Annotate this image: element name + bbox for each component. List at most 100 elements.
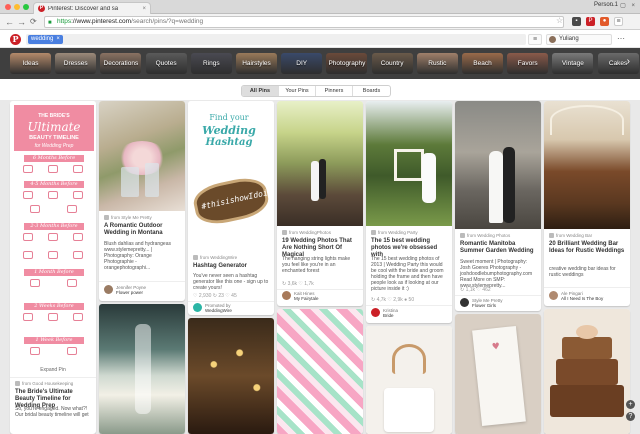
- timeline-header-art: THE BRIDE'S Ultimate BEAUTY TIMELINE for…: [14, 105, 94, 151]
- pin-card[interactable]: from WeddingPhotos 19 Wedding Photos Tha…: [277, 101, 363, 306]
- pin-source[interactable]: from Wedding Photos: [460, 233, 510, 239]
- avatar: [460, 298, 469, 307]
- forward-arrow-icon[interactable]: →: [17, 17, 26, 27]
- guide-chip-diy[interactable]: DIY: [281, 53, 323, 74]
- pin-description: You've never seen a hashtag generator li…: [193, 273, 269, 291]
- pin-card[interactable]: [277, 309, 363, 434]
- pinner-info[interactable]: Jennifer Poyne Flower power: [104, 285, 182, 297]
- timeline-icons: [16, 233, 90, 241]
- pin-card[interactable]: [99, 304, 185, 434]
- pin-image[interactable]: [366, 326, 452, 434]
- pin-image[interactable]: [455, 101, 541, 229]
- guide-chip-country[interactable]: Country: [371, 53, 413, 74]
- timeline-section: 2 Weeks Before: [24, 303, 84, 310]
- pinterest-logo-icon[interactable]: P: [10, 34, 21, 45]
- pin-image[interactable]: ♥: [455, 314, 541, 434]
- guide-chip-cakes[interactable]: Cakes: [597, 53, 639, 74]
- timeline-icons: [16, 347, 90, 355]
- pin-source[interactable]: from WeddingWire: [193, 255, 237, 261]
- pin-card[interactable]: [544, 309, 630, 434]
- address-bar-row: ← → ⟳ ■ https://www.pinterest.com/search…: [0, 14, 640, 30]
- pin-card[interactable]: from Wedding Party The 15 best wedding p…: [366, 101, 452, 323]
- avatar: [104, 285, 113, 294]
- pin-image[interactable]: [99, 304, 185, 434]
- more-options-icon[interactable]: ⋯: [617, 34, 625, 43]
- tab-boards[interactable]: Boards: [353, 86, 390, 96]
- guide-chip-favors[interactable]: Favors: [507, 53, 549, 74]
- timeline-section: 1 Week Before: [24, 337, 84, 344]
- menu-icon[interactable]: ≡: [528, 34, 542, 45]
- pin-card[interactable]: from Style Me Pretty A Romantic Outdoor …: [99, 101, 185, 301]
- back-arrow-icon[interactable]: ←: [5, 17, 14, 27]
- pin-title[interactable]: A Romantic Outdoor Wedding in Montana: [104, 223, 180, 237]
- guides-next-chevron-icon[interactable]: ›: [627, 56, 630, 67]
- pin-source[interactable]: from WeddingPhotos: [282, 230, 331, 236]
- hashtag-art-text: Find your Wedding Hashtag: [202, 113, 256, 148]
- weddingwire-logo-icon: [193, 303, 202, 312]
- pin-source[interactable]: from Wedding Bar: [549, 233, 592, 239]
- reload-icon[interactable]: ⟳: [30, 17, 37, 27]
- timeline-section: 6 Months Before: [24, 155, 84, 162]
- guide-chip-ideas[interactable]: Ideas: [10, 53, 51, 74]
- pin-title[interactable]: 20 Brilliant Wedding Bar Ideas for Rusti…: [549, 241, 625, 255]
- tab-pinners[interactable]: Pinners: [316, 86, 353, 96]
- promoted-by[interactable]: Promoted by WeddingWire: [193, 303, 271, 315]
- extension-icon[interactable]: ▪: [572, 17, 581, 26]
- url-input[interactable]: ■ https://www.pinterest.com/search/pins/…: [44, 16, 564, 28]
- pin-card[interactable]: ♥: [455, 314, 541, 434]
- pin-card[interactable]: [188, 318, 274, 434]
- pinner-info[interactable]: Kristina Bride: [371, 308, 449, 320]
- guide-chip-beach[interactable]: Beach: [462, 53, 503, 74]
- pin-image[interactable]: [544, 309, 630, 434]
- browser-menu-icon[interactable]: ≡: [614, 17, 623, 26]
- guide-chip-rings[interactable]: Rings: [190, 53, 232, 74]
- window-controls[interactable]: – ▢ ×: [611, 2, 637, 9]
- pin-title[interactable]: Romantic Manitoba Summer Garden Wedding: [460, 241, 536, 255]
- search-chip[interactable]: wedding ×: [28, 35, 63, 44]
- tab-all-pins[interactable]: All Pins: [242, 86, 279, 96]
- extension-orange-icon[interactable]: ●: [600, 17, 609, 26]
- pin-image[interactable]: [188, 318, 274, 434]
- bookmark-star-icon[interactable]: ☆: [556, 16, 563, 25]
- search-input[interactable]: wedding ×: [26, 34, 526, 45]
- pinterest-extension-icon[interactable]: P: [586, 17, 595, 26]
- pin-image[interactable]: [277, 309, 363, 434]
- guide-chip-rustic[interactable]: Rustic: [416, 53, 458, 74]
- pin-card[interactable]: from Wedding Bar 20 Brilliant Wedding Ba…: [544, 101, 630, 306]
- guide-chip-vintage[interactable]: Vintage: [552, 53, 594, 74]
- pin-card[interactable]: from Wedding Photos Romantic Manitoba Su…: [455, 101, 541, 311]
- tab-close-icon[interactable]: ×: [142, 6, 146, 12]
- pinner-info[interactable]: Ale Pingari All I Need Is The Boy: [549, 291, 627, 303]
- pin-image[interactable]: Find your Wedding Hashtag #thisishowIdoi…: [188, 101, 274, 251]
- user-profile-button[interactable]: Yuliang: [546, 34, 612, 45]
- guide-chip-photography[interactable]: Photography: [326, 53, 368, 74]
- pin-image[interactable]: THE BRIDE'S Ultimate BEAUTY TIMELINE for…: [10, 101, 96, 363]
- add-pin-icon[interactable]: +: [626, 400, 635, 409]
- pin-image[interactable]: [99, 101, 185, 211]
- pin-card[interactable]: THE BRIDE'S Ultimate BEAUTY TIMELINE for…: [10, 101, 96, 434]
- tab-your-pins[interactable]: Your Pins: [279, 86, 316, 96]
- pin-title[interactable]: Hashtag Generator: [193, 263, 269, 270]
- pin-stats: ↻ 3,6k ♡ 1,7k: [282, 281, 314, 287]
- pin-source[interactable]: from Good Housekeeping: [15, 381, 73, 387]
- timeline-icons: [16, 165, 90, 173]
- pin-source[interactable]: from Style Me Pretty: [104, 215, 152, 221]
- guide-chip-dresses[interactable]: Dresses: [55, 53, 97, 74]
- expand-pin-link[interactable]: Expand Pin: [10, 367, 96, 373]
- window-traffic-lights[interactable]: [5, 4, 29, 10]
- guide-chip-hairstyles[interactable]: Hairstyles: [236, 53, 277, 74]
- pinner-info[interactable]: Kait Hines My Fairytale: [282, 291, 360, 303]
- pin-image[interactable]: [544, 101, 630, 229]
- help-icon[interactable]: ?: [626, 412, 635, 421]
- timeline-icons: [16, 279, 90, 287]
- pin-image[interactable]: [366, 101, 452, 226]
- guide-chip-decorations[interactable]: Decorations: [100, 53, 142, 74]
- pin-card[interactable]: [366, 326, 452, 434]
- browser-tab[interactable]: P Pinterest: Discover and sa ×: [33, 2, 151, 14]
- pin-card[interactable]: Find your Wedding Hashtag #thisishowIdoi…: [188, 101, 274, 315]
- pin-image[interactable]: [277, 101, 363, 226]
- pin-source[interactable]: from Wedding Party: [371, 230, 418, 236]
- pinner-info[interactable]: Style Me Pretty Flower Girls: [460, 298, 538, 310]
- guide-chip-quotes[interactable]: Quotes: [145, 53, 187, 74]
- chip-remove-icon[interactable]: ×: [56, 36, 60, 42]
